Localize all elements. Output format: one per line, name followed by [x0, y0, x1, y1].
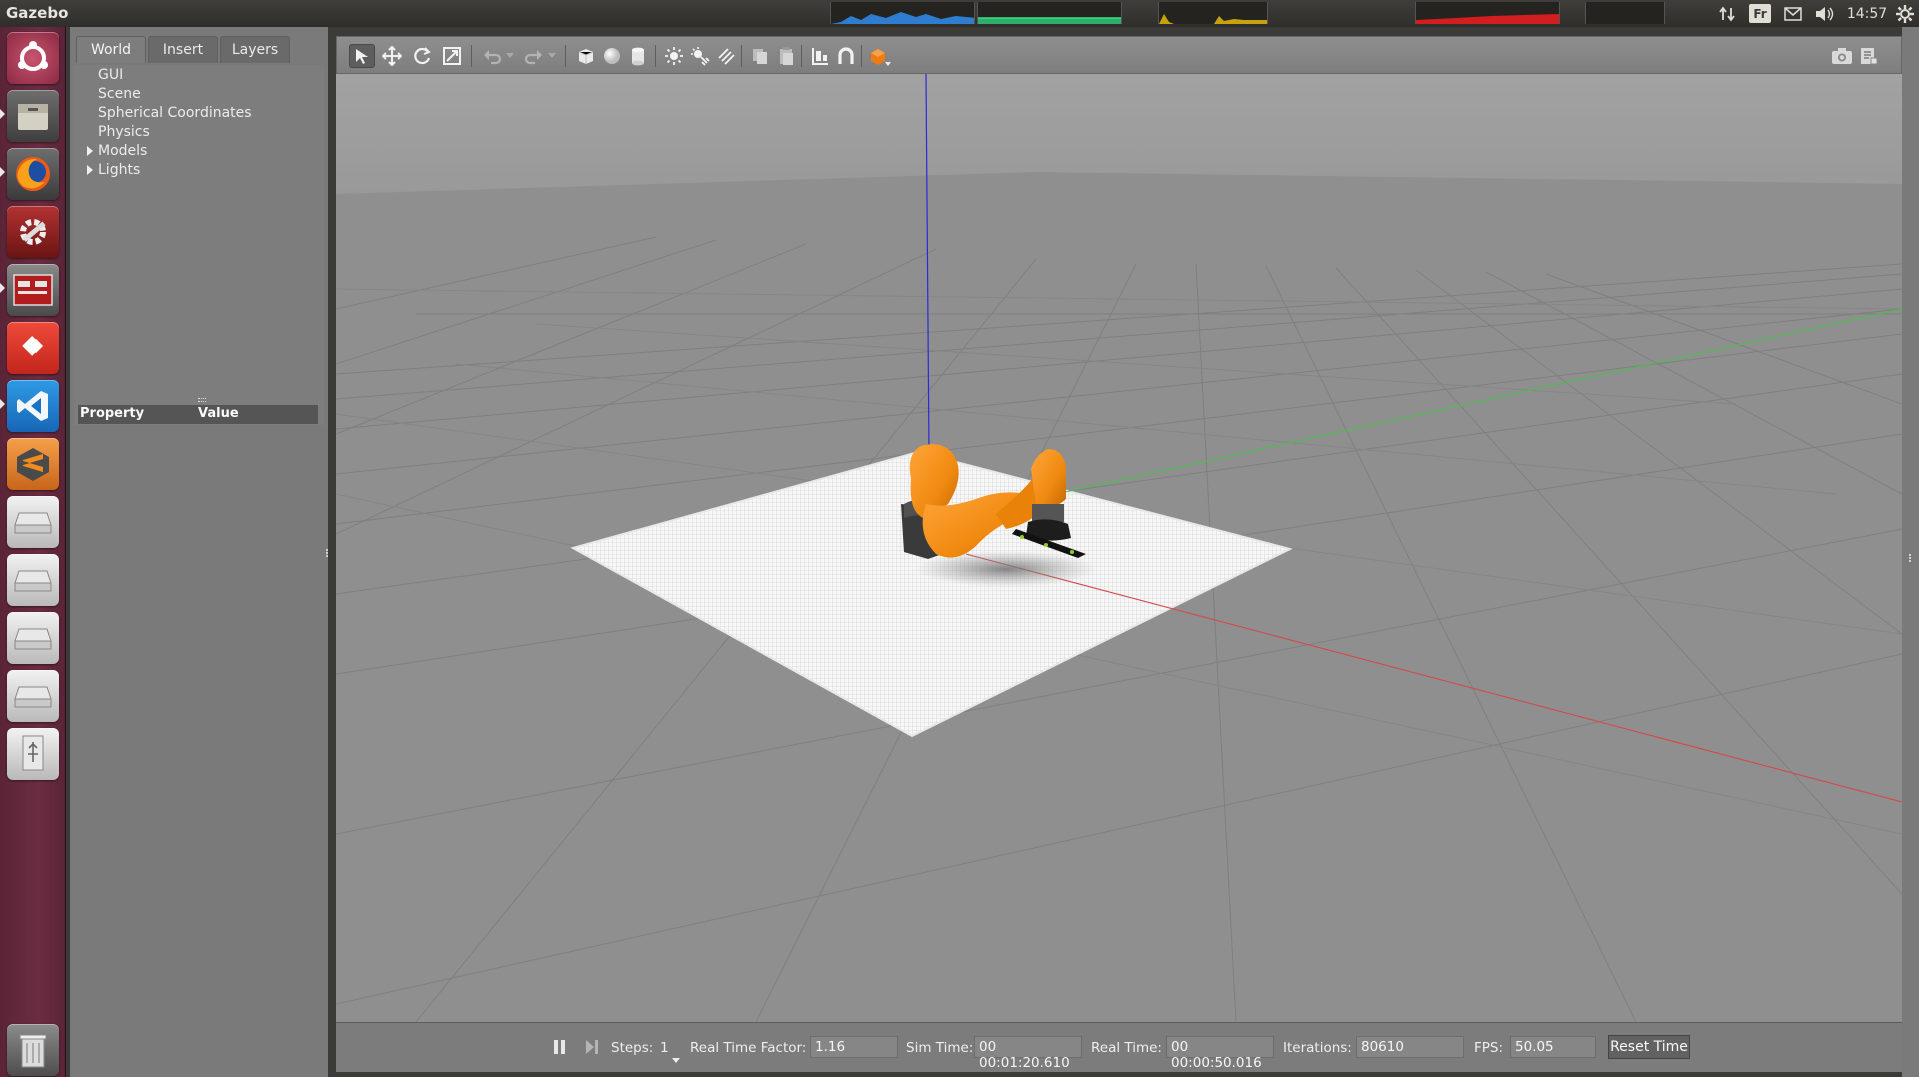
scene-viewport[interactable] — [336, 74, 1902, 1022]
disk-monitor-graph[interactable] — [1415, 2, 1560, 24]
sim-time-label: Sim Time: — [906, 1040, 974, 1056]
toolbar-separator — [655, 45, 656, 67]
trash-icon[interactable] — [7, 1024, 59, 1076]
real-time-field: 00 00:00:50.016 — [1166, 1036, 1274, 1071]
anydesk-icon[interactable] — [7, 322, 59, 374]
gazebo-app-icon[interactable] — [7, 264, 59, 316]
box-icon[interactable] — [573, 44, 599, 68]
tab-world[interactable]: World — [76, 36, 146, 63]
expand-arrow-icon[interactable] — [87, 146, 93, 156]
fps-label: FPS: — [1474, 1040, 1504, 1056]
reset-time-button[interactable]: Reset Time — [1608, 1035, 1690, 1059]
cylinder-icon[interactable] — [625, 44, 651, 68]
toolbar-separator — [861, 45, 862, 67]
running-indicator — [0, 283, 5, 293]
tab-insert[interactable]: Insert — [148, 36, 218, 63]
steps-chevron-down-icon[interactable] — [672, 1049, 680, 1063]
load-monitor-graph[interactable] — [1585, 2, 1665, 24]
drive-icon[interactable] — [7, 670, 59, 722]
vscode-icon[interactable] — [7, 380, 59, 432]
log-icon[interactable] — [1855, 44, 1881, 68]
clock[interactable]: 14:57 — [1842, 3, 1892, 24]
running-indicator — [0, 109, 5, 119]
memory-monitor-graph[interactable] — [977, 2, 1122, 24]
fps-field: 50.05 — [1510, 1036, 1596, 1058]
simulation-status-bar: Steps: 1 Real Time Factor: 1.16 Sim Time… — [336, 1022, 1902, 1072]
app-title: Gazebo — [6, 4, 69, 22]
toolbar-separator — [741, 45, 742, 67]
iterations-field: 80610 — [1356, 1036, 1464, 1058]
network-icon[interactable] — [1716, 3, 1738, 24]
world-tree: GUI Scene Spherical Coordinates Physics … — [74, 65, 324, 425]
directional-light-icon[interactable] — [713, 44, 739, 68]
spot-light-icon[interactable] — [687, 44, 713, 68]
tree-item-lights[interactable]: Lights — [98, 162, 140, 178]
toolbar-separator — [471, 45, 472, 67]
iterations-label: Iterations: — [1283, 1040, 1352, 1056]
scene-render[interactable] — [336, 74, 1902, 1022]
scene-toolbar — [336, 36, 1902, 74]
settings-icon[interactable] — [1894, 3, 1916, 24]
point-light-icon[interactable] — [661, 44, 687, 68]
right-dock-edge — [1902, 27, 1919, 1077]
tree-item-models[interactable]: Models — [98, 143, 147, 159]
real-time-factor-label: Real Time Factor: — [690, 1040, 807, 1056]
translate-icon[interactable] — [379, 44, 405, 68]
volume-icon[interactable] — [1813, 3, 1837, 24]
scale-icon[interactable] — [439, 44, 465, 68]
usb-drive-icon[interactable] — [7, 728, 59, 780]
magnet-icon[interactable] — [833, 44, 859, 68]
align-icon[interactable] — [807, 44, 833, 68]
property-column-header[interactable]: Property — [80, 406, 144, 421]
redo-icon[interactable] — [521, 44, 547, 68]
undo-icon[interactable] — [479, 44, 505, 68]
tree-item-gui[interactable]: GUI — [98, 67, 123, 83]
select-arrow-icon[interactable] — [349, 44, 375, 68]
system-tools-icon[interactable] — [7, 206, 59, 258]
copy-icon[interactable] — [747, 44, 773, 68]
running-indicator — [0, 167, 5, 177]
property-table-header: Property Value — [78, 405, 318, 424]
tree-item-spherical-coordinates[interactable]: Spherical Coordinates — [98, 105, 252, 121]
running-indicator — [0, 399, 5, 409]
world-panel: World Insert Layers GUI Scene Spherical … — [70, 27, 328, 1077]
sim-time-field: 00 00:01:20.610 — [974, 1036, 1082, 1071]
network-monitor-graph[interactable] — [1158, 2, 1268, 24]
mail-icon[interactable] — [1781, 3, 1805, 24]
steps-label: Steps: — [611, 1040, 654, 1056]
view-angle-icon[interactable] — [867, 44, 893, 68]
real-time-factor-field: 1.16 — [810, 1036, 898, 1058]
paste-icon[interactable] — [773, 44, 799, 68]
tab-layers[interactable]: Layers — [220, 36, 290, 63]
drive-icon[interactable] — [7, 612, 59, 664]
drive-icon[interactable] — [7, 554, 59, 606]
sublime-text-icon[interactable] — [7, 438, 59, 490]
tree-item-scene[interactable]: Scene — [98, 86, 141, 102]
cpu-monitor-graph[interactable] — [830, 2, 975, 24]
toolbar-separator — [565, 45, 566, 67]
right-splitter-handle[interactable] — [1908, 548, 1912, 567]
files-icon[interactable] — [7, 90, 59, 142]
left-splitter-handle[interactable] — [325, 548, 329, 558]
sphere-icon[interactable] — [599, 44, 625, 68]
real-time-label: Real Time: — [1091, 1040, 1162, 1056]
redo-history-chevron-down-icon[interactable] — [545, 44, 559, 68]
value-column-header[interactable]: Value — [198, 406, 239, 421]
steps-value[interactable]: 1 — [660, 1040, 669, 1056]
undo-history-chevron-down-icon[interactable] — [503, 44, 517, 68]
keyboard-layout-indicator[interactable]: Fr — [1749, 4, 1771, 23]
rotate-icon[interactable] — [409, 44, 435, 68]
drive-icon[interactable] — [7, 496, 59, 548]
step-forward-icon[interactable] — [582, 1037, 602, 1057]
pause-icon[interactable] — [550, 1037, 570, 1057]
toolbar-separator — [801, 45, 802, 67]
firefox-icon[interactable] — [7, 148, 59, 200]
unity-launcher — [0, 27, 66, 1077]
screenshot-icon[interactable] — [1829, 44, 1855, 68]
panel-splitter-handle[interactable] — [198, 398, 206, 402]
top-panel: Gazebo Fr 14:57 — [0, 0, 1919, 27]
ubuntu-dash-icon[interactable] — [7, 32, 59, 84]
tree-item-physics[interactable]: Physics — [98, 124, 150, 140]
expand-arrow-icon[interactable] — [87, 165, 93, 175]
